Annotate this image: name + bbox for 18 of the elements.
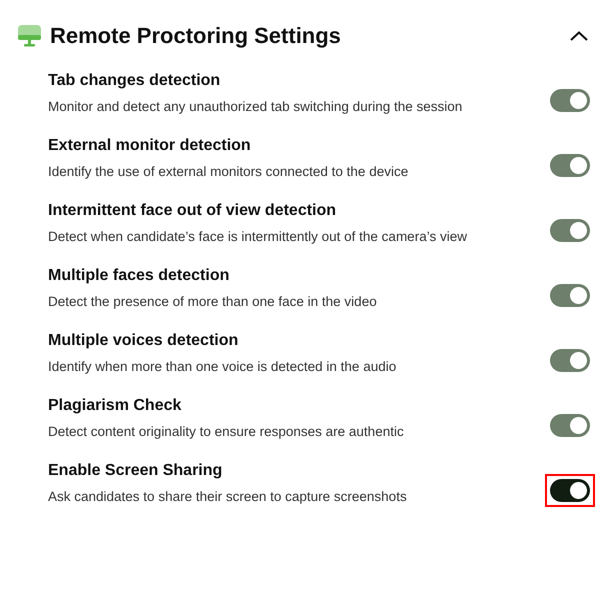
- chevron-icon[interactable]: [570, 31, 588, 41]
- setting-description: Detect the presence of more than one face in the video: [48, 293, 378, 311]
- setting-description: Detect when candidate’s face is intermittently out of the camera’s view: [48, 228, 468, 246]
- setting-title: External monitor detection: [48, 136, 252, 156]
- monitor-icon: [18, 25, 41, 47]
- setting-description: Identify the use of external monitors connected to the device: [48, 163, 410, 181]
- setting-description: Identify when more than one voice is detected in the audio: [48, 358, 398, 376]
- setting-title: Tab changes detection: [48, 71, 222, 91]
- section-title: Remote Proctoring Settings: [50, 23, 342, 49]
- setting-description: Ask candidates to share their screen to capture screenshots: [48, 488, 408, 506]
- setting-title: Multiple faces detection: [48, 266, 230, 286]
- setting-title: Plagiarism Check: [48, 396, 182, 416]
- setting-description: Monitor and detect any unauthorized tab switching during the session: [48, 98, 464, 116]
- setting-title: Multiple voices detection: [48, 331, 240, 351]
- toggle-switch[interactable]: [550, 479, 590, 502]
- setting-description: Detect content originality to ensure responses are authentic: [48, 423, 405, 441]
- setting-title: Intermittent face out of view detection: [48, 201, 338, 221]
- setting-title: Enable Screen Sharing: [48, 461, 224, 481]
